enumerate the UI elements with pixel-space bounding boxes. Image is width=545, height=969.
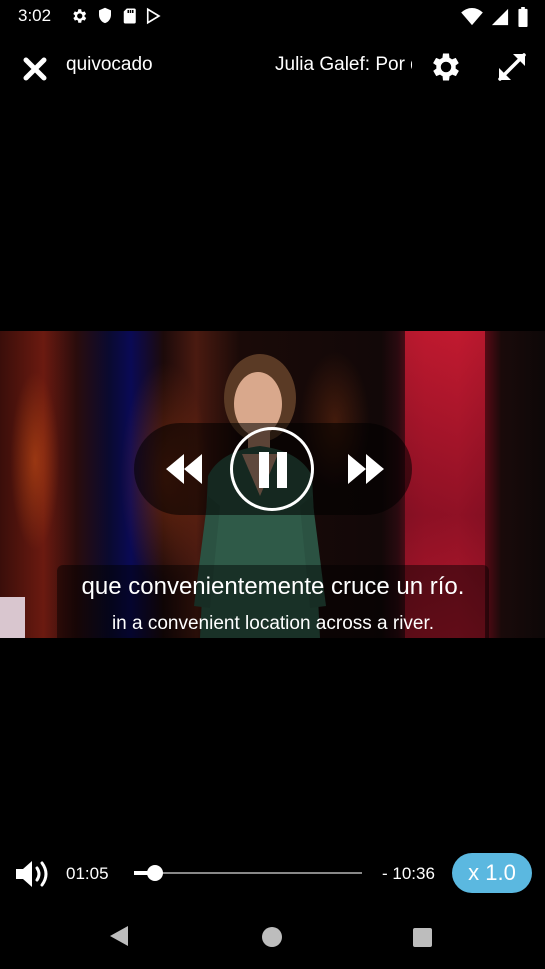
seek-thumb[interactable] xyxy=(146,865,163,881)
subtitle-secondary: in a convenient location across a river. xyxy=(111,613,435,634)
title-fragment-left: quivocado xyxy=(66,54,153,75)
close-icon[interactable] xyxy=(20,54,50,84)
player-header: quivocado Julia Galef: Por q xyxy=(0,40,545,92)
pause-button[interactable] xyxy=(230,427,314,511)
system-nav-bar xyxy=(0,905,545,969)
shield-icon xyxy=(99,7,111,24)
rewind-icon[interactable] xyxy=(164,450,204,488)
volume-icon[interactable] xyxy=(14,858,52,890)
speed-button[interactable]: x 1.0 xyxy=(452,853,532,893)
gear-icon xyxy=(73,9,87,23)
video-frame[interactable]: que convenientemente cruce un río. in a … xyxy=(0,331,545,638)
fast-forward-icon[interactable] xyxy=(346,450,386,488)
home-icon[interactable] xyxy=(262,927,282,947)
sd-card-icon xyxy=(123,8,136,24)
play-store-icon xyxy=(146,7,161,25)
subtitles: que convenientemente cruce un río. in a … xyxy=(57,565,489,638)
back-icon[interactable] xyxy=(108,925,130,947)
seek-bar[interactable] xyxy=(134,865,362,881)
recents-icon[interactable] xyxy=(413,928,432,947)
status-time: 3:02 xyxy=(18,6,52,25)
settings-icon[interactable] xyxy=(428,49,464,85)
subtitle-primary: que convenientemente cruce un río. xyxy=(81,573,465,600)
cell-signal-icon xyxy=(491,8,509,26)
fullscreen-icon[interactable] xyxy=(494,49,530,85)
stage-background xyxy=(10,371,60,551)
pause-icon xyxy=(259,452,269,488)
status-bar: 3:02 xyxy=(0,0,545,32)
remaining-time: - 10:36 xyxy=(382,864,435,883)
bottom-controls: 01:05 - 10:36 x 1.0 xyxy=(0,850,545,898)
current-time: 01:05 xyxy=(66,864,109,883)
wifi-icon xyxy=(461,8,483,26)
playback-controls xyxy=(134,423,412,515)
video-title: Julia Galef: Por q xyxy=(275,54,412,75)
battery-icon xyxy=(518,7,528,27)
